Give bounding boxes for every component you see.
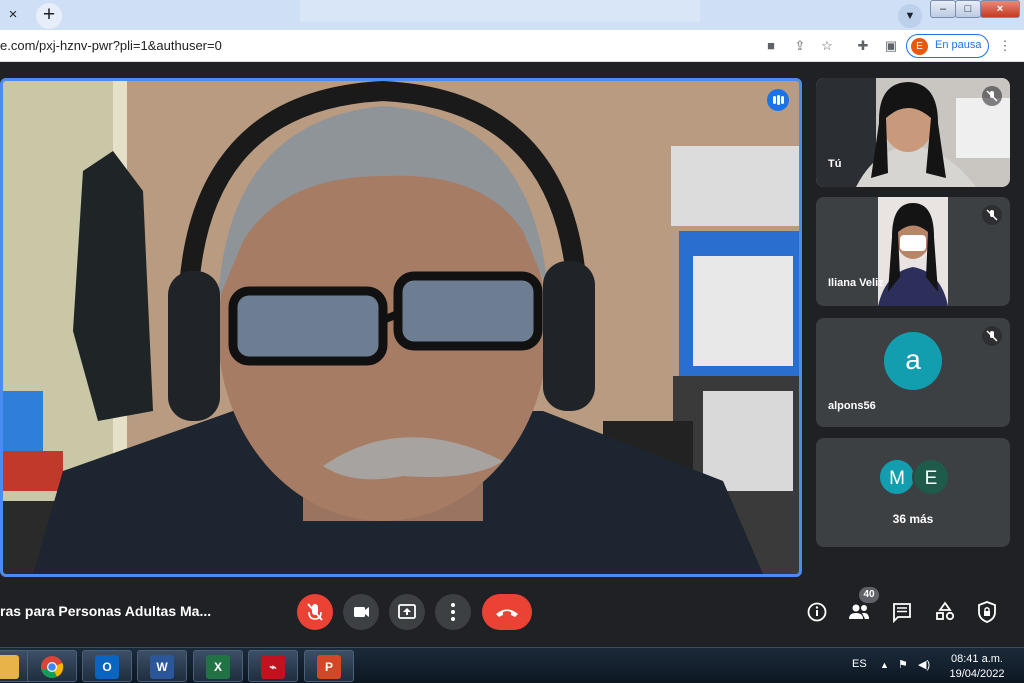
profile-button[interactable]: E En pausa <box>906 34 989 58</box>
new-tab-button[interactable]: + <box>36 3 62 29</box>
side-panel-icon[interactable]: ▣ <box>883 38 899 54</box>
participant-tile-iliana[interactable]: Iliana Veliz <box>816 197 1010 306</box>
language-indicator[interactable]: ES <box>852 658 867 670</box>
more-vert-icon <box>451 603 455 621</box>
meeting-details-button[interactable] <box>803 598 831 626</box>
speaker-video-frame <box>3 81 799 574</box>
windows-taskbar: O W X ⌁ P ES ▲ ⚑ ◀) 08:41 a.m. 19/04/202… <box>0 647 1024 683</box>
excel-icon: X <box>206 655 230 679</box>
taskbar-excel[interactable]: X <box>193 650 243 682</box>
present-icon <box>398 604 416 619</box>
chat-button[interactable] <box>888 598 916 626</box>
host-controls-button[interactable] <box>973 598 1001 626</box>
muted-mic-icon <box>982 326 1002 346</box>
mic-toggle-button[interactable] <box>297 594 333 630</box>
action-center-flag-icon[interactable]: ⚑ <box>898 658 908 671</box>
iliana-video <box>816 197 1010 306</box>
window-minimize-button[interactable]: – <box>930 0 956 18</box>
tab-close-icon[interactable]: × <box>4 6 22 24</box>
window-close-button[interactable]: × <box>980 0 1020 18</box>
hangup-icon <box>496 609 518 617</box>
word-icon: W <box>150 655 174 679</box>
participant-name-iliana: Iliana Veliz <box>828 277 884 289</box>
self-video <box>816 78 1010 187</box>
speaking-indicator-icon <box>767 89 789 111</box>
present-screen-button[interactable] <box>389 594 425 630</box>
activities-button[interactable] <box>931 598 959 626</box>
more-participants-label: 36 más <box>892 512 934 526</box>
activities-icon <box>936 601 955 621</box>
mic-off-icon <box>307 603 323 621</box>
muted-mic-icon <box>982 205 1002 225</box>
volume-icon[interactable]: ◀) <box>918 658 930 671</box>
taskbar-clock-date[interactable]: 19/04/2022 <box>948 668 1006 680</box>
bookmark-star-icon[interactable]: ☆ <box>819 38 835 54</box>
taskbar-word[interactable]: W <box>137 650 187 682</box>
chat-icon <box>893 603 911 624</box>
show-hidden-icons-icon[interactable]: ▲ <box>880 660 889 670</box>
meeting-title: ras para Personas Adultas Ma... <box>0 603 212 619</box>
main-speaker-video[interactable] <box>0 78 802 577</box>
taskbar-chrome[interactable] <box>27 650 77 682</box>
profile-status-label: En pausa <box>935 39 982 51</box>
taskbar-acrobat[interactable]: ⌁ <box>248 650 298 682</box>
participant-tile-overflow[interactable]: M E 36 más <box>816 438 1010 547</box>
participant-name-self: Tú <box>828 158 842 170</box>
address-bar: e.com/pxj-hznv-pwr?pli=1&authuser=0 ■ ⇪ … <box>0 30 1024 62</box>
camera-icon <box>354 607 369 617</box>
share-icon[interactable]: ⇪ <box>792 38 808 54</box>
participant-tile-alpons56[interactable]: a alpons56 <box>816 318 1010 427</box>
overflow-avatar-e: E <box>912 458 950 496</box>
muted-mic-icon <box>982 86 1002 106</box>
window-title-area <box>300 0 700 22</box>
browser-menu-icon[interactable]: ⋮ <box>997 38 1013 54</box>
leave-call-button[interactable] <box>482 594 532 630</box>
overflow-avatar-m: M <box>878 458 916 496</box>
participant-name-alpons56: alpons56 <box>828 400 876 412</box>
camera-indicator-icon[interactable]: ■ <box>763 38 779 54</box>
profile-avatar: E <box>911 38 928 55</box>
taskbar-clock-time[interactable]: 08:41 a.m. <box>948 653 1006 665</box>
powerpoint-icon: P <box>317 655 341 679</box>
url-field[interactable]: e.com/pxj-hznv-pwr?pli=1&authuser=0 <box>0 38 222 53</box>
taskbar-outlook[interactable]: O <box>82 650 132 682</box>
folder-icon <box>0 655 19 679</box>
browser-tab-bar: × + ▼ – □ × <box>0 0 1024 30</box>
extensions-icon[interactable]: ✚ <box>855 38 871 54</box>
tab-search-icon[interactable]: ▼ <box>898 4 922 28</box>
camera-toggle-button[interactable] <box>343 594 379 630</box>
outlook-icon: O <box>95 655 119 679</box>
participant-avatar: a <box>884 332 942 390</box>
participant-tile-self[interactable]: Tú <box>816 78 1010 187</box>
chrome-icon <box>41 656 64 678</box>
shield-lock-icon <box>978 601 996 623</box>
taskbar-powerpoint[interactable]: P <box>304 650 354 682</box>
acrobat-icon: ⌁ <box>261 655 285 679</box>
window-maximize-button[interactable]: □ <box>955 0 981 18</box>
info-icon <box>807 602 827 622</box>
more-options-button[interactable] <box>435 594 471 630</box>
participant-count-badge: 40 <box>859 587 879 603</box>
